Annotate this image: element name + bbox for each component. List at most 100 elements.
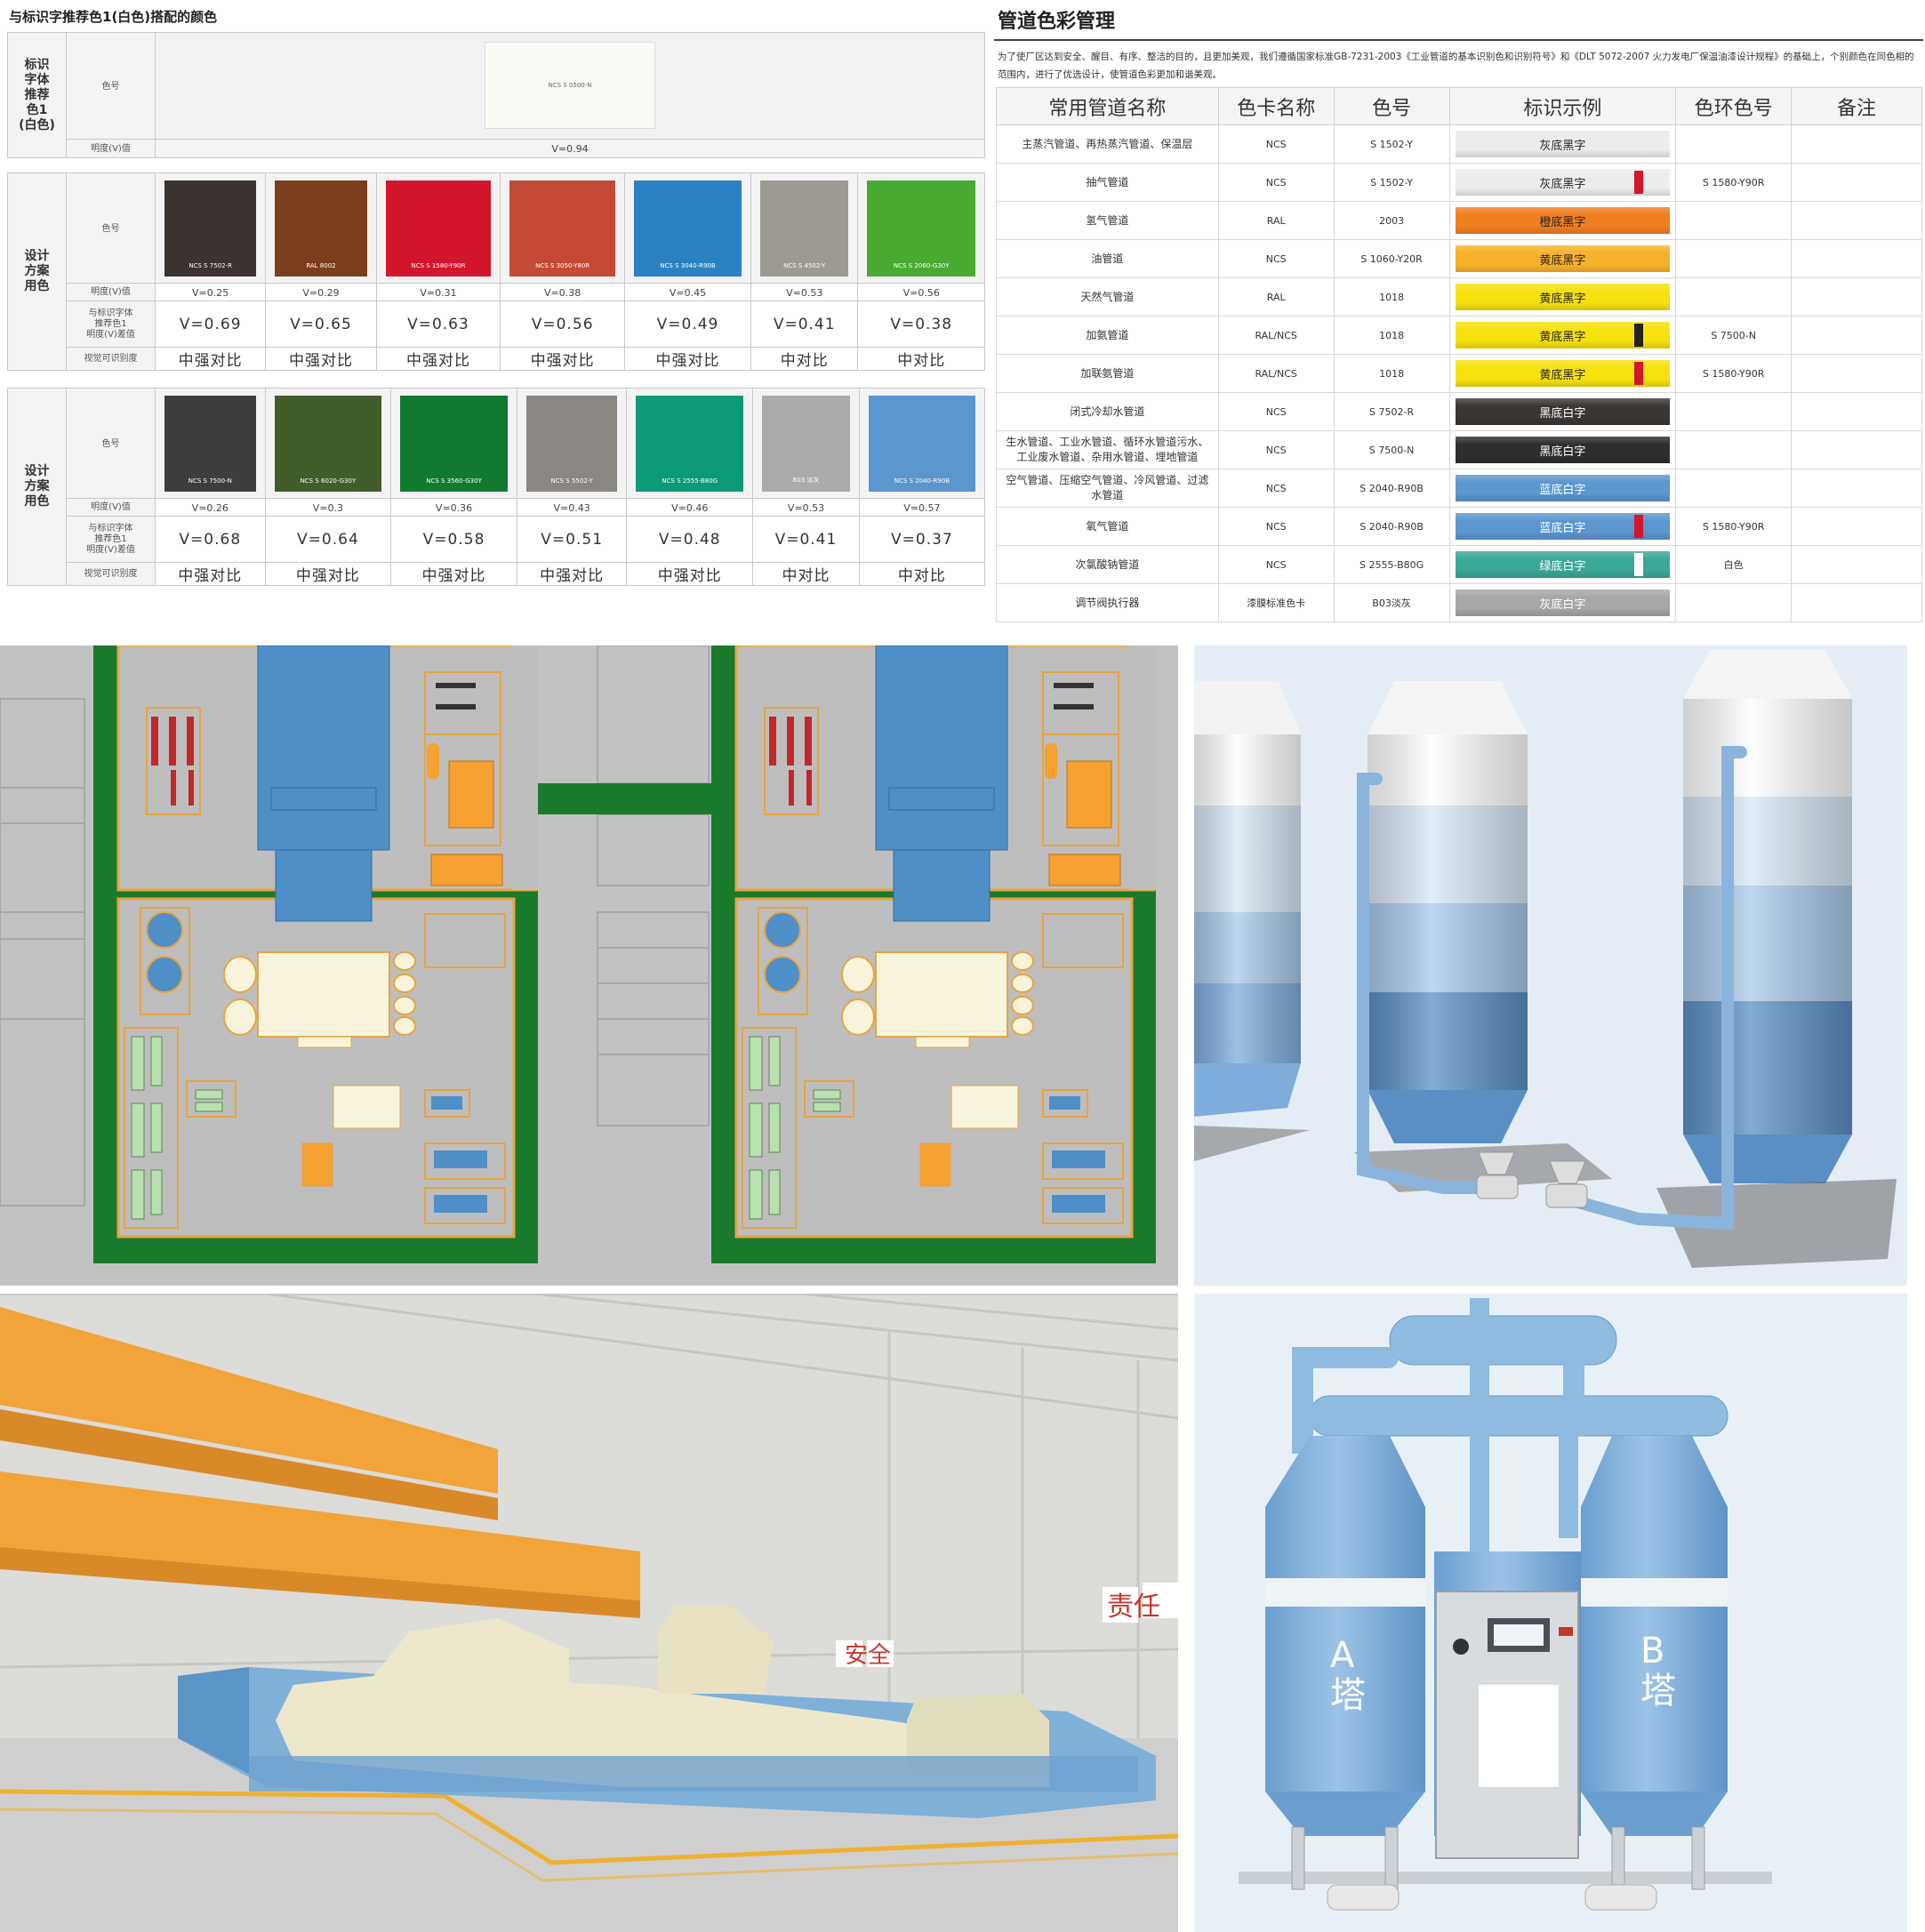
diff-value: V=0.41 <box>774 530 838 549</box>
v-value: V=0.36 <box>435 501 473 514</box>
pipe-label-sample: 黑底白字 <box>1455 398 1671 425</box>
color-code: 1018 <box>1333 277 1450 317</box>
pipe-name: 调节阀执行器 <box>996 583 1219 622</box>
pipe-label-text: 黄底黑字 <box>1539 330 1586 344</box>
diff-row-label: 与标识字体 推荐色1 明度(V)差值 <box>86 308 135 340</box>
card-name: NCS <box>1217 124 1335 164</box>
diff-value: V=0.41 <box>773 315 836 333</box>
contrast-value: 中强对比 <box>657 567 722 585</box>
pipe-label-text: 黄底黑字 <box>1539 368 1586 382</box>
table-row: 氢气管道 RAL 2003 橙底黑字 <box>996 201 1922 240</box>
contrast-value: 中对比 <box>897 567 946 585</box>
color-code: S 2040-R90B <box>1333 507 1450 546</box>
color-code: S 1502-Y <box>1333 163 1450 202</box>
contrast-value: 中强对比 <box>530 352 595 370</box>
pipe-color-section: 管道色彩管理 为了使厂区达到安全、醒目、有序、整洁的目的，且更加美观，我们遵循国… <box>994 0 1925 622</box>
color-matching-section: 与标识字推荐色1(白色)搭配的颜色 标识 字体 推荐 色1 (白色) 色号 NC… <box>0 0 987 613</box>
pipe-label-sample: 黑底白字 <box>1455 437 1671 463</box>
header-cell: 常用管道名称 <box>996 87 1219 125</box>
v-value: V=0.31 <box>420 286 457 299</box>
card-name: NCS <box>1217 507 1335 546</box>
ring-code <box>1675 239 1793 278</box>
color-code: S 7502-R <box>1333 392 1450 431</box>
ring-code: S 1580-Y90R <box>1675 507 1793 546</box>
ring-code: S 1580-Y90R <box>1675 354 1793 393</box>
color-code: S 1060-Y20R <box>1333 239 1450 278</box>
pipe-label-text: 灰底黑字 <box>1539 177 1586 191</box>
table-row: 主蒸汽管道、再热蒸汽管道、保温层 NCS S 1502-Y 灰底黑字 <box>996 124 1922 164</box>
code-row-label: 色号 <box>101 439 120 449</box>
table-row: 闭式冷却水管道 NCS S 7502-R 黑底白字 <box>996 392 1922 431</box>
card-name: NCS <box>1217 430 1335 469</box>
color-swatch: NCS S 5502-Y <box>525 395 618 492</box>
v-value: V=0.3 <box>312 501 344 514</box>
v-value: V=0.38 <box>544 286 582 299</box>
pipe-label-sample: 灰底白字 <box>1455 589 1671 616</box>
v-value: V=0.56 <box>902 286 940 299</box>
color-swatch: RAL 8002 <box>275 180 367 277</box>
pipe-name: 氧气管道 <box>996 507 1219 546</box>
pipe-label-text: 蓝底白字 <box>1539 483 1586 497</box>
pipe-label-sample: 黄底黑字 <box>1455 322 1671 349</box>
ring-code <box>1675 469 1793 508</box>
white-swatch-code: NCS S 0500-N <box>548 82 592 90</box>
contrast-value: 中强对比 <box>540 567 605 585</box>
title-divider <box>994 39 1923 41</box>
pipe-name: 闭式冷却水管道 <box>996 392 1219 431</box>
diff-value: V=0.51 <box>541 530 604 549</box>
pipe-name: 空气管道、压缩空气管道、冷风管道、过滤水管道 <box>996 469 1219 508</box>
pipe-label-sample: 灰底黑字 <box>1455 131 1671 157</box>
contrast-value: 中强对比 <box>178 567 243 585</box>
contrast-value: 中强对比 <box>288 352 353 370</box>
color-swatch: NCS S 4502-Y <box>759 180 849 277</box>
diff-value: V=0.69 <box>179 315 242 333</box>
table-row: 生水管道、工业水管道、循环水管道污水、工业废水管道、杂用水管道、埋地管道 NCS S… <box>996 430 1922 469</box>
color-swatch: NCS S 3040-R90B <box>634 180 742 277</box>
ring-code <box>1675 583 1793 622</box>
color-code: S 7500-N <box>1333 430 1450 469</box>
code-row-label: 色号 <box>101 224 120 234</box>
remark <box>1791 163 1922 202</box>
diff-value: V=0.63 <box>407 315 469 333</box>
remark <box>1791 354 1922 393</box>
card-name: RAL <box>1217 201 1335 240</box>
color-code: S 2555-B80G <box>1333 545 1450 584</box>
remark <box>1791 507 1922 546</box>
pipe-label-sample: 橙底黑字 <box>1455 207 1671 234</box>
contrast-value: 中强对比 <box>421 567 486 585</box>
remark <box>1791 124 1922 164</box>
ring-code: S 7500-N <box>1675 316 1793 355</box>
color-swatch: NCS S 3560-G30Y <box>400 395 508 492</box>
card-name: NCS <box>1217 392 1335 431</box>
white-code-label: 色号 <box>101 81 120 92</box>
v-value: V=0.53 <box>787 501 825 514</box>
ring-code <box>1675 124 1793 164</box>
color-code: S 1502-Y <box>1333 124 1450 164</box>
pipe-name: 加联氨管道 <box>996 354 1219 393</box>
pipe-label-sample: 黄底黑字 <box>1455 360 1671 387</box>
pipe-label-sample: 绿底白字 <box>1455 551 1671 578</box>
v-value: V=0.46 <box>671 501 709 514</box>
diff-value: V=0.64 <box>297 530 359 549</box>
color-swatch: NCS S 3050-Y80R <box>509 180 615 277</box>
contrast-row-label: 视觉可识别度 <box>84 568 138 579</box>
scheme-label: 设计 方案 用色 <box>24 464 50 509</box>
color-code: 1018 <box>1333 354 1450 393</box>
card-name: NCS <box>1217 469 1335 508</box>
ring-code <box>1675 392 1793 431</box>
pipe-label-text: 绿底白字 <box>1539 559 1586 573</box>
scheme-table-2: 设计 方案 用色 色号 NCS S 7500-N NCS S 6020-G30Y NCS… <box>7 388 986 586</box>
color-ring <box>1634 553 1644 576</box>
card-name: RAL/NCS <box>1217 316 1335 355</box>
contrast-value: 中对比 <box>782 567 830 585</box>
pipe-name: 主蒸汽管道、再热蒸汽管道、保温层 <box>996 124 1219 164</box>
contrast-value: 中强对比 <box>178 352 243 370</box>
pipe-label-text: 黄底黑字 <box>1539 292 1586 306</box>
diff-value: V=0.58 <box>422 530 485 549</box>
white-reference-table: 标识 字体 推荐 色1 (白色) 色号 NCS S 0500-N 明度(V)值 … <box>7 32 985 159</box>
pipe-label-text: 黑底白字 <box>1539 445 1586 459</box>
card-name: 漆膜标准色卡 <box>1217 583 1335 622</box>
pipe-name: 加氨管道 <box>996 316 1219 355</box>
diff-value: V=0.48 <box>658 530 721 549</box>
diff-row-label: 与标识字体 推荐色1 明度(V)差值 <box>86 523 135 555</box>
